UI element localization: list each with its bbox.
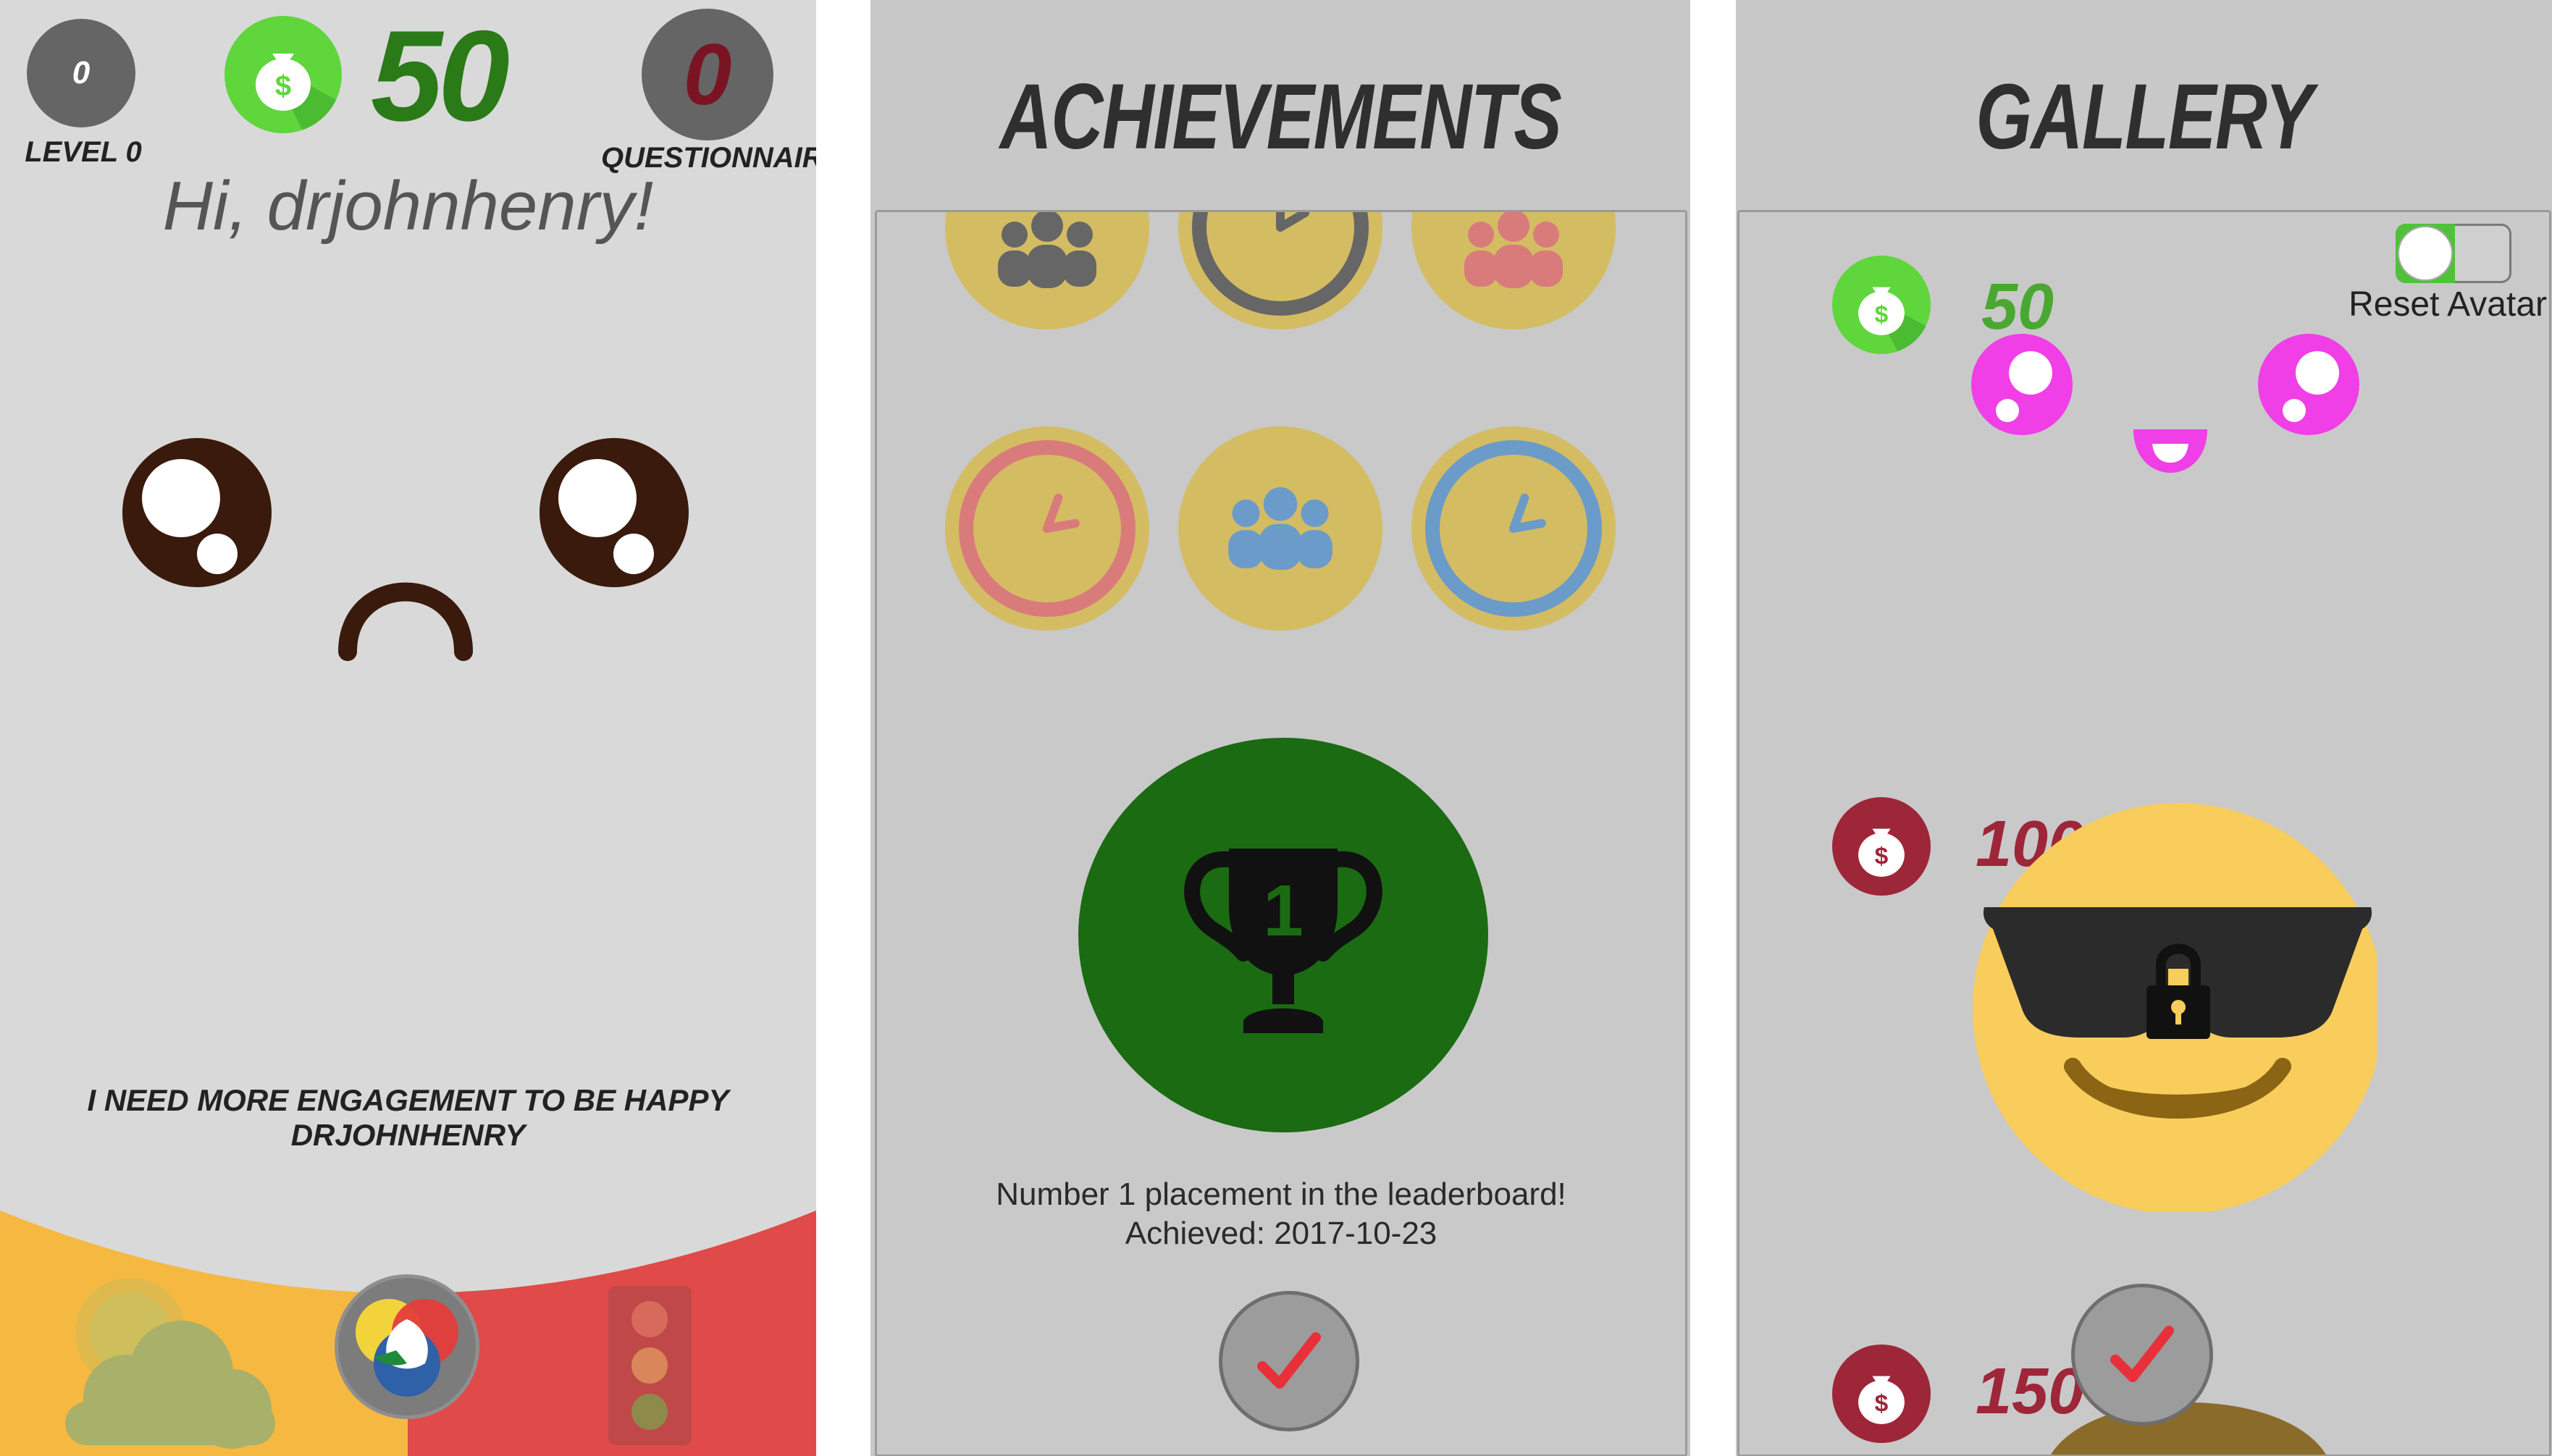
trophy-number: 1 <box>1263 870 1304 951</box>
badge-clock-blue[interactable] <box>1411 426 1616 631</box>
level-value: 0 <box>72 55 91 91</box>
clock-icon <box>1192 212 1369 316</box>
clock-icon <box>1425 440 1602 617</box>
achievement-date: Achieved: 2017-10-23 <box>1125 1216 1437 1251</box>
questionnaires-value: 0 <box>683 26 732 123</box>
gallery-list[interactable]: Reset Avatar $ 50 $ 100 $ 150 <box>1737 210 2551 1456</box>
svg-text:$: $ <box>1875 843 1889 870</box>
achievement-description: Number 1 placement in the leaderboard! <box>996 1177 1566 1212</box>
color-wheel-button[interactable] <box>335 1274 479 1419</box>
badge-people-pink[interactable] <box>1411 212 1616 329</box>
avatar-option-pink[interactable] <box>1971 328 2377 487</box>
weather-icon <box>65 1278 275 1449</box>
avatar-option-sunglasses[interactable] <box>1971 791 2377 1211</box>
checkmark-icon <box>2110 1326 2174 1382</box>
featured-achievement: 1 <box>1078 738 1488 1132</box>
confirm-button[interactable] <box>1219 1291 1359 1431</box>
frown-mouth <box>338 582 473 661</box>
greeting-text: Hi, drjohnhenry! <box>162 167 654 245</box>
mood-message: I NEED MORE ENGAGEMENT TO BE HAPPY DRJOH… <box>87 1083 729 1152</box>
badge-clock-pink[interactable] <box>945 426 1149 631</box>
money-bag-icon: $ <box>1858 828 1905 877</box>
money-bag-button[interactable]: $ <box>224 16 342 133</box>
traffic-light-icon <box>631 1301 668 1430</box>
badge-clock-gray[interactable] <box>1178 212 1382 329</box>
price-bag-150: $ <box>1832 1345 1931 1443</box>
trophy-icon: 1 <box>1184 848 1382 1033</box>
reset-avatar-label: Reset Avatar <box>2349 285 2547 324</box>
badge-people-gray[interactable] <box>945 212 1149 329</box>
clock-icon <box>959 440 1136 617</box>
home-screen: 0 LEVEL 0 $ 50 0 QUESTIONNAIRES Hi, drjo… <box>0 0 816 1456</box>
svg-text:$: $ <box>275 70 291 102</box>
reset-avatar-toggle[interactable] <box>2396 224 2511 283</box>
questionnaires-badge[interactable]: 0 <box>642 9 773 140</box>
money-bag-icon: $ <box>256 54 342 133</box>
people-icon <box>1464 212 1563 288</box>
money-bag-icon: $ <box>1858 287 1931 354</box>
gallery-title: GALLERY <box>1976 65 2313 169</box>
left-eye <box>122 438 272 587</box>
avatar-face <box>122 438 689 661</box>
confirm-button[interactable] <box>2071 1284 2213 1426</box>
color-wheel-icon <box>356 1299 458 1397</box>
checkmark-icon <box>1257 1332 1321 1389</box>
price-bag-50: $ <box>1832 256 1931 354</box>
achievements-title: ACHIEVEMENTS <box>999 65 1562 169</box>
level-badge[interactable]: 0 <box>27 19 135 127</box>
price-bag-100: $ <box>1832 797 1931 896</box>
people-icon <box>998 212 1096 288</box>
svg-text:$: $ <box>1875 301 1889 328</box>
money-bag-icon: $ <box>1858 1376 1905 1424</box>
traffic-light-button[interactable] <box>608 1286 692 1445</box>
badge-people-blue[interactable] <box>1178 426 1382 631</box>
people-icon <box>1228 487 1332 570</box>
svg-text:$: $ <box>1875 1390 1889 1417</box>
achievement-details: Number 1 placement in the leaderboard! A… <box>877 1175 1685 1253</box>
toggle-knob <box>2398 226 2453 281</box>
right-eye <box>540 438 689 587</box>
gallery-screen: GALLERY Reset Avatar $ 50 $ 100 $ 150 <box>1736 0 2552 1456</box>
level-label: LEVEL 0 <box>25 136 142 168</box>
coin-count: 50 <box>371 4 510 148</box>
achievements-screen: ACHIEVEMENTS 1 Number 1 placement in the… <box>870 0 1690 1456</box>
weather-button[interactable] <box>58 1278 282 1452</box>
achievements-list[interactable]: 1 Number 1 placement in the leaderboard!… <box>875 210 1687 1456</box>
